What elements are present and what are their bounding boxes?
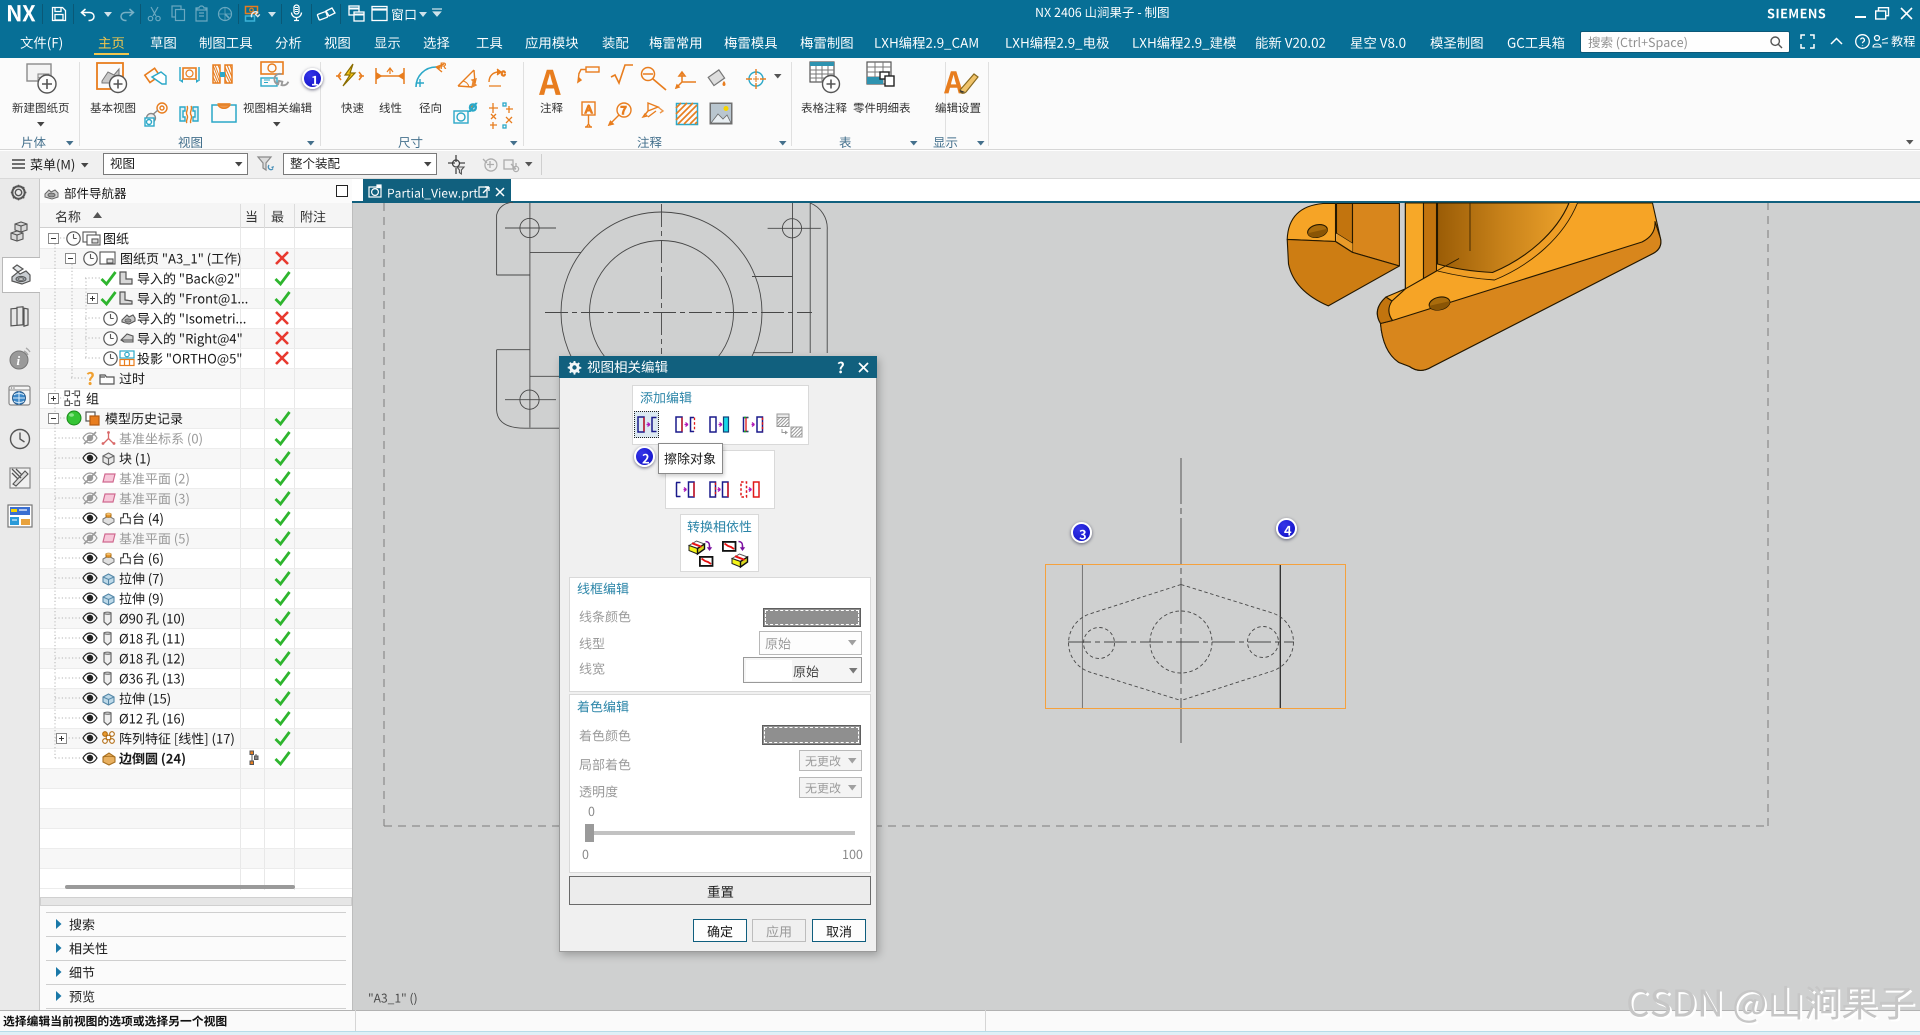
svg-text:Ø: Ø <box>469 103 477 114</box>
svg-text:R: R <box>440 61 447 71</box>
svg-text:7: 7 <box>621 105 627 117</box>
svg-text:c: c <box>501 68 506 78</box>
svg-text:A: A <box>585 104 593 116</box>
svg-text:i: i <box>17 353 21 368</box>
